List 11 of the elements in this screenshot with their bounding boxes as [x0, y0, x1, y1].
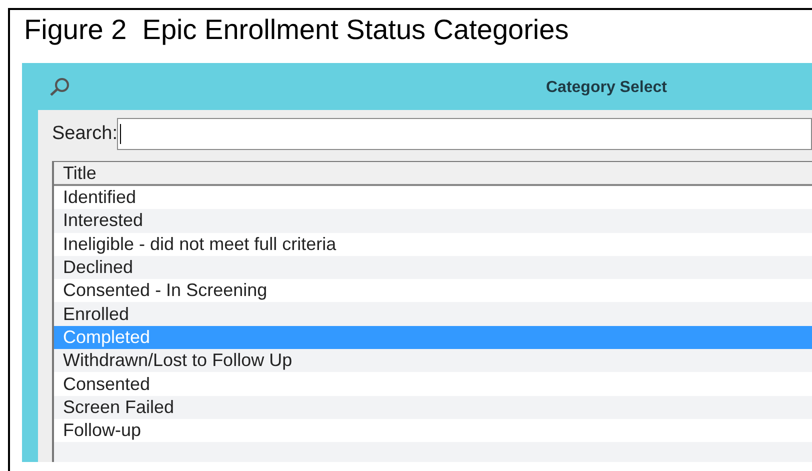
list-row[interactable]: Ineligible - did not meet full criteria — [54, 232, 812, 256]
list-row[interactable]: Follow-up — [54, 418, 812, 442]
search-icon — [48, 76, 72, 96]
window-title: Category Select — [546, 78, 667, 98]
search-field[interactable] — [117, 118, 812, 150]
figure-caption: Figure 2 Epic Enrollment Status Categories — [23, 13, 570, 47]
list-row[interactable]: Consented — [54, 372, 812, 396]
list-row[interactable]: Consented - In Screening — [54, 279, 812, 302]
list-row[interactable]: Identified — [54, 186, 812, 210]
column-header[interactable]: Title — [54, 160, 96, 186]
search-label: Search: — [52, 122, 118, 146]
